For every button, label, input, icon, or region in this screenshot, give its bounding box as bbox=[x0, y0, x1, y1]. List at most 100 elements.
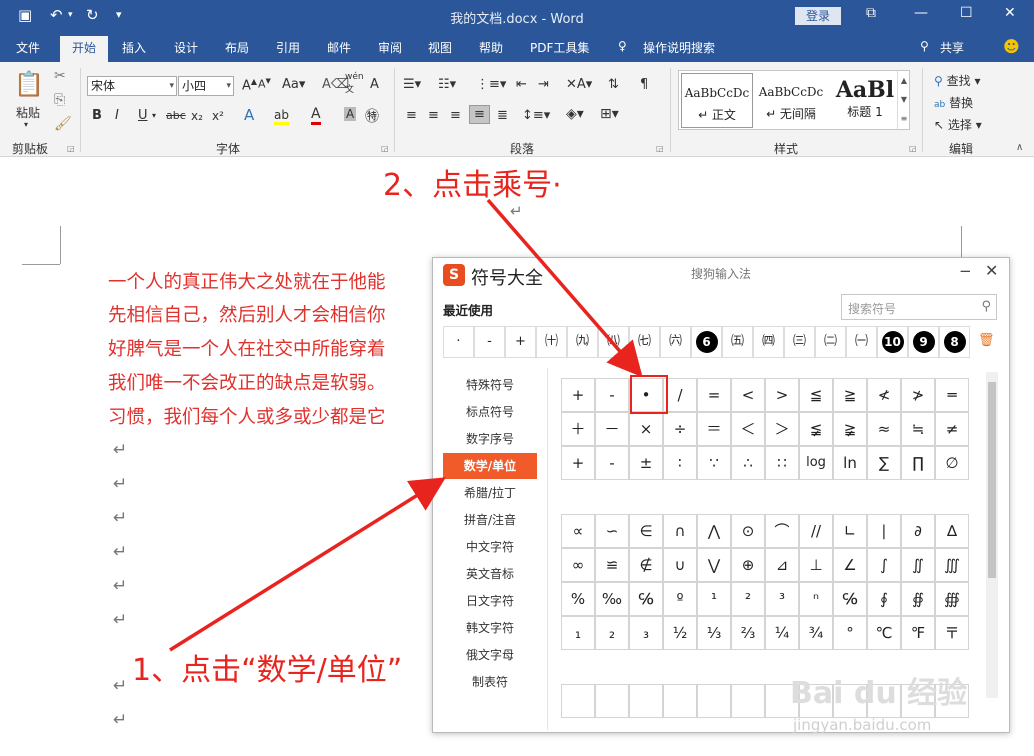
tell-me-search[interactable]: 操作说明搜索 bbox=[643, 39, 715, 56]
tab-home[interactable]: 开始 bbox=[60, 36, 108, 64]
recent-symbol[interactable]: ㈨ bbox=[567, 326, 598, 358]
doc-line[interactable]: 好脾气是一个人在社交中所能穿着 bbox=[108, 335, 386, 361]
decrease-indent-icon[interactable]: ⇤ bbox=[516, 77, 527, 92]
symbol-cell[interactable]: ≦ bbox=[799, 378, 833, 412]
ribbon-display-icon[interactable]: ⧉ bbox=[866, 5, 876, 21]
symbol-cell[interactable]: ± bbox=[629, 446, 663, 480]
category-item[interactable]: 数字序号 bbox=[443, 426, 537, 452]
symbol-cell[interactable]: ≠ bbox=[935, 412, 969, 446]
doc-line[interactable]: 习惯，我们每个人或多或少都是它 bbox=[108, 403, 386, 429]
borders-icon[interactable]: ⊞▾ bbox=[600, 106, 619, 122]
symbol-cell[interactable]: ∶ bbox=[663, 446, 697, 480]
tab-insert[interactable]: 插入 bbox=[122, 39, 146, 56]
change-case-button[interactable]: Aa▾ bbox=[282, 77, 305, 92]
symbol-cell[interactable]: ⋁ bbox=[697, 548, 731, 582]
symbol-cell[interactable]: 〒 bbox=[935, 616, 969, 650]
symbol-cell[interactable]: ∟ bbox=[833, 514, 867, 548]
symbol-cell[interactable]: － bbox=[595, 412, 629, 446]
symbol-cell[interactable]: ∩ bbox=[663, 514, 697, 548]
symbol-cell[interactable]: ∑ bbox=[867, 446, 901, 480]
symbol-cell[interactable]: ₁ bbox=[561, 616, 595, 650]
symbol-cell[interactable] bbox=[629, 684, 663, 718]
shrink-font-icon[interactable]: A▼ bbox=[258, 77, 271, 91]
symbol-cell[interactable]: ∂ bbox=[901, 514, 935, 548]
underline-dropdown-icon[interactable]: ▾ bbox=[152, 111, 156, 120]
clipboard-launcher-icon[interactable]: ◲ bbox=[67, 144, 75, 153]
symbol-cell[interactable]: ≒ bbox=[901, 412, 935, 446]
symbol-cell[interactable]: ln bbox=[833, 446, 867, 480]
symbol-cell[interactable]: < bbox=[731, 378, 765, 412]
style-normal[interactable]: AaBbCcDc ↵ 正文 bbox=[681, 73, 753, 128]
symbol-search-input[interactable]: 搜索符号 ⚲ bbox=[841, 294, 997, 320]
symbol-cell[interactable]: ⁿ bbox=[799, 582, 833, 616]
sort-icon[interactable]: ⇅ bbox=[608, 77, 619, 92]
chinese-layout-icon[interactable]: ✕A▾ bbox=[566, 77, 592, 92]
symbol-cell[interactable]: ⊥ bbox=[799, 548, 833, 582]
search-icon[interactable]: ⚲ bbox=[981, 299, 991, 314]
symbol-cell[interactable]: - bbox=[595, 446, 629, 480]
symbol-cell[interactable]: ∅ bbox=[935, 446, 969, 480]
symbol-cell[interactable]: ∫ bbox=[867, 548, 901, 582]
category-item[interactable]: 俄文字母 bbox=[443, 642, 537, 668]
symbol-cell[interactable]: ¾ bbox=[799, 616, 833, 650]
recent-symbol[interactable]: · bbox=[443, 326, 474, 358]
recent-symbol[interactable]: 6 bbox=[691, 326, 722, 358]
font-name-combo[interactable]: 宋体 ▾ bbox=[87, 76, 177, 96]
style-no-spacing[interactable]: AaBbCcDc ↵ 无间隔 bbox=[755, 73, 827, 128]
symbol-cell[interactable]: ═ bbox=[935, 378, 969, 412]
recent-symbol[interactable]: ㈠ bbox=[846, 326, 877, 358]
symbol-cell[interactable]: ℉ bbox=[901, 616, 935, 650]
increase-indent-icon[interactable]: ⇥ bbox=[538, 77, 549, 92]
font-color-icon[interactable]: A bbox=[311, 106, 321, 125]
category-item[interactable]: 拼音/注音 bbox=[443, 507, 537, 533]
tab-mailings[interactable]: 邮件 bbox=[327, 39, 351, 56]
symbol-cell[interactable]: ⌒ bbox=[765, 514, 799, 548]
symbol-cell[interactable]: ∞ bbox=[561, 548, 595, 582]
close-icon[interactable]: ✕ bbox=[1004, 5, 1016, 21]
symbol-cell[interactable]: ∴ bbox=[731, 446, 765, 480]
symbol-cell[interactable]: ∪ bbox=[663, 548, 697, 582]
symbol-cell[interactable] bbox=[663, 684, 697, 718]
symbol-cell[interactable]: ∏ bbox=[901, 446, 935, 480]
bold-icon[interactable]: B bbox=[92, 108, 102, 123]
symbol-cell[interactable]: ≩ bbox=[833, 412, 867, 446]
minimize-icon[interactable]: — bbox=[914, 5, 928, 21]
symbol-cell[interactable]: - bbox=[595, 378, 629, 412]
char-shading-icon[interactable]: A bbox=[344, 107, 357, 121]
align-center-icon[interactable]: ≡ bbox=[428, 108, 439, 123]
trash-icon[interactable]: 🗑 bbox=[978, 333, 995, 348]
symbol-cell[interactable]: + bbox=[561, 446, 595, 480]
grow-font-icon[interactable]: A▲ bbox=[242, 77, 257, 93]
symbol-cell[interactable]: ∈ bbox=[629, 514, 663, 548]
paste-dropdown-icon[interactable]: ▾ bbox=[24, 120, 28, 129]
phonetic-guide-icon[interactable]: wén 文 bbox=[345, 72, 364, 95]
line-spacing-icon[interactable]: ↕≡▾ bbox=[522, 108, 550, 123]
symbol-cell[interactable]: ∠ bbox=[833, 548, 867, 582]
symbol-cell[interactable]: ℅ bbox=[629, 582, 663, 616]
dialog-close-icon[interactable]: ✕ bbox=[985, 261, 998, 280]
char-border-icon[interactable]: A bbox=[370, 77, 379, 92]
tab-review[interactable]: 审阅 bbox=[378, 39, 402, 56]
font-launcher-icon[interactable]: ◲ bbox=[381, 144, 389, 153]
symbol-cell[interactable]: ℃ bbox=[867, 616, 901, 650]
show-marks-icon[interactable]: ¶ bbox=[640, 77, 648, 92]
symbol-cell[interactable]: ∝ bbox=[561, 514, 595, 548]
symbol-cell[interactable]: ∮ bbox=[867, 582, 901, 616]
symbol-cell[interactable] bbox=[731, 684, 765, 718]
symbol-cell[interactable]: ≌ bbox=[595, 548, 629, 582]
subscript-icon[interactable]: x₂ bbox=[191, 109, 203, 123]
recent-symbol[interactable]: ㈧ bbox=[598, 326, 629, 358]
symbol-scrollbar[interactable] bbox=[986, 372, 998, 698]
symbol-cell[interactable]: ∷ bbox=[765, 446, 799, 480]
align-left-icon[interactable]: ≡ bbox=[406, 108, 417, 123]
symbol-cell[interactable]: ∰ bbox=[935, 582, 969, 616]
symbol-cell[interactable]: ≈ bbox=[867, 412, 901, 446]
scrollbar-thumb[interactable] bbox=[988, 382, 996, 578]
cut-icon[interactable]: ✂ bbox=[54, 68, 66, 84]
symbol-cell[interactable] bbox=[595, 684, 629, 718]
copy-icon[interactable]: ⎘ bbox=[54, 92, 65, 108]
category-item[interactable]: 日文字符 bbox=[443, 588, 537, 614]
symbol-cell[interactable]: ＜ bbox=[731, 412, 765, 446]
symbol-cell[interactable]: + bbox=[561, 378, 595, 412]
symbol-cell[interactable]: ＞ bbox=[765, 412, 799, 446]
